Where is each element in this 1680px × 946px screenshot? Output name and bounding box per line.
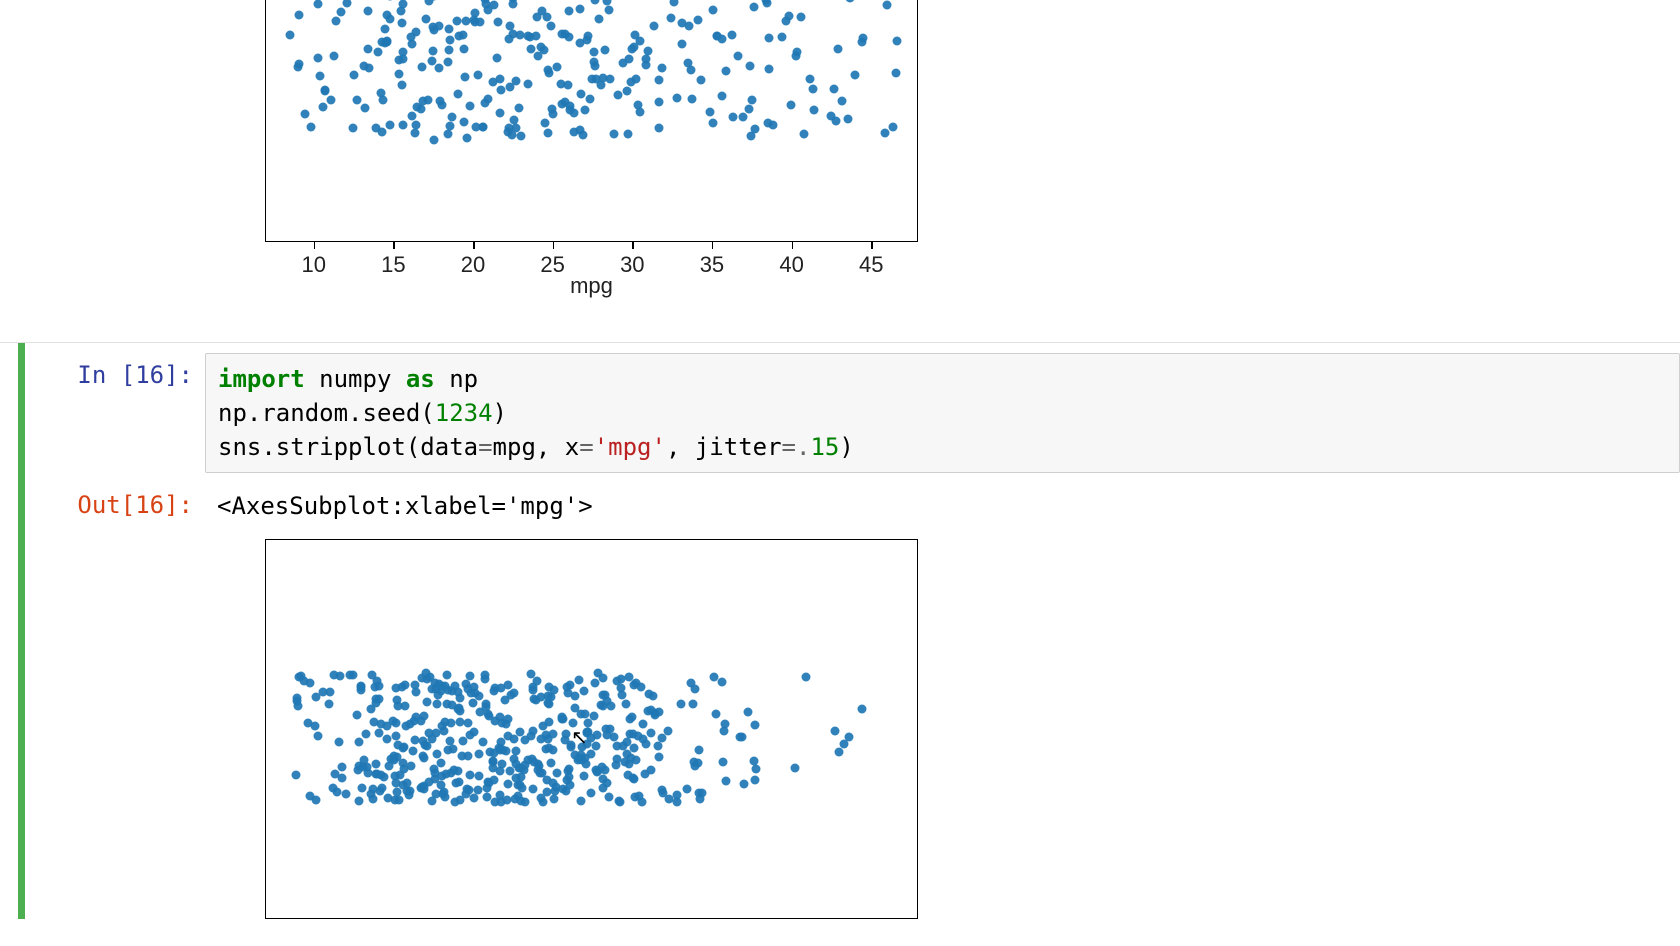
output-prompt: Out[16]: [25, 483, 205, 521]
strip-plot-prev: 1015202530354045 mpg [265, 0, 918, 242]
x-axis-label-prev: mpg [570, 273, 613, 299]
tick-label: 25 [540, 252, 564, 278]
code-editor[interactable]: import numpy as np np.random.seed(1234) … [205, 353, 1680, 473]
previous-cell-output: 1015202530354045 mpg [230, 0, 1680, 242]
tick-label: 45 [859, 252, 883, 278]
input-prompt: In [16]: [25, 353, 205, 391]
tick-label: 35 [700, 252, 724, 278]
tick-label: 30 [620, 252, 644, 278]
tick-label: 20 [461, 252, 485, 278]
input-row: In [16]: import numpy as np np.random.se… [25, 353, 1680, 473]
tick-label: 40 [779, 252, 803, 278]
scatter-points-prev [266, 0, 917, 241]
strip-plot-output: ↖ [265, 539, 918, 919]
text-output: <AxesSubplot:xlabel='mpg'> [205, 483, 1680, 529]
scatter-points-output [266, 540, 917, 918]
tick-label: 15 [381, 252, 405, 278]
jupyter-notebook[interactable]: 1015202530354045 mpg In [16]: import num… [0, 0, 1680, 946]
code-cell-16[interactable]: In [16]: import numpy as np np.random.se… [0, 342, 1680, 919]
tick-label: 10 [302, 252, 326, 278]
cell-active-indicator [18, 343, 25, 919]
plot-output-wrap: ↖ [230, 539, 1680, 919]
output-row: Out[16]: <AxesSubplot:xlabel='mpg'> [25, 483, 1680, 529]
